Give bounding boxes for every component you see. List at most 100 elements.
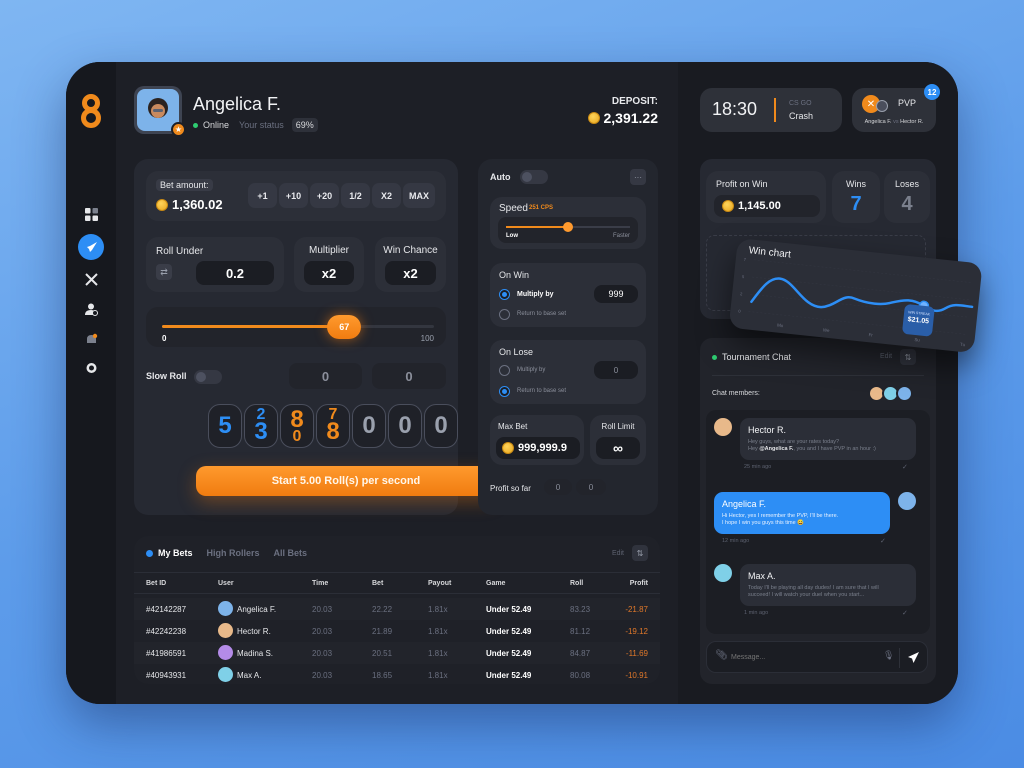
chip-half[interactable]: 1/2: [341, 183, 370, 208]
game-timer[interactable]: 18:30 CS GO Crash: [700, 88, 842, 132]
start-button[interactable]: Start 5.00 Roll(s) per second: [196, 466, 496, 496]
status-hint: Your status: [239, 120, 284, 130]
bets-tabs: My Bets High Rollers All Bets: [146, 548, 307, 558]
slow-roll-field-1[interactable]: 0: [289, 363, 362, 389]
on-lose-box: On Lose Multiply by 0 Return to base set: [490, 340, 646, 404]
column-header[interactable]: Roll: [570, 580, 583, 587]
swap-icon[interactable]: ⇄: [156, 264, 172, 280]
bets-edit-link[interactable]: Edit: [612, 550, 624, 557]
user-avatar: [218, 623, 233, 638]
bet-amount-value[interactable]: 1,360.02: [156, 197, 223, 212]
cell-id: #42242238: [146, 627, 187, 636]
roll-limit-input[interactable]: ∞: [596, 437, 640, 459]
bell-icon[interactable]: [79, 327, 103, 351]
gridline: [753, 259, 971, 283]
slider-thumb[interactable]: 67: [327, 315, 362, 339]
on-lose-multiply-input[interactable]: 0: [594, 361, 638, 379]
gridline: [750, 294, 968, 318]
on-lose-return-radio[interactable]: [499, 386, 510, 397]
level-percent: 69%: [291, 118, 318, 132]
slow-roll-label: Slow Roll: [146, 371, 187, 381]
x-tick-label: Su: [914, 337, 920, 343]
read-check-icon: ✓: [902, 610, 908, 617]
speed-thumb[interactable]: [563, 222, 573, 232]
reel: 0: [424, 404, 458, 448]
column-header[interactable]: User: [218, 580, 234, 587]
y-tick-label: 7: [744, 257, 748, 262]
chip-plus-1[interactable]: +1: [248, 183, 277, 208]
roll-under-input[interactable]: 0.2: [196, 261, 274, 285]
user-avatar: [218, 601, 233, 616]
profit-so-far-label: Profit so far: [490, 484, 531, 493]
bet-panel: Bet amount: 1,360.02 +1 +10 +20 1/2 X2 M…: [134, 159, 458, 515]
tab-high-rollers[interactable]: High Rollers: [207, 548, 260, 558]
on-win-multiply-radio[interactable]: [499, 289, 510, 300]
tab-my-bets[interactable]: My Bets: [146, 548, 193, 558]
chip-plus-10[interactable]: +10: [279, 183, 308, 208]
slow-roll-toggle[interactable]: [194, 370, 222, 384]
roll-slider: 67 0 100: [146, 307, 446, 347]
auto-toggle[interactable]: [520, 170, 548, 184]
table-row[interactable]: #40943931 Max A. 20.03 18.65 1.81x Under 52.4…: [134, 664, 660, 684]
tab-all-bets[interactable]: All Bets: [274, 548, 308, 558]
message-bubble: Max A. Today I'll be playing all day dud…: [740, 564, 916, 606]
column-header[interactable]: Game: [486, 580, 505, 587]
column-header[interactable]: Profit: [630, 580, 648, 587]
badge-icon[interactable]: [79, 356, 103, 380]
max-bet-input[interactable]: 999,999.9: [496, 437, 580, 459]
on-win-multiply-input[interactable]: 999: [594, 285, 638, 303]
pvp-card[interactable]: ✕ PVP Angelica F. vs Hector R. 12: [852, 84, 940, 132]
y-tick-label: 2: [740, 291, 744, 296]
multiplier-input[interactable]: x2: [304, 261, 354, 285]
column-header[interactable]: Bet ID: [146, 580, 166, 587]
settings-sliders-icon[interactable]: ⇅: [900, 349, 916, 365]
more-icon[interactable]: ···: [630, 169, 646, 185]
swords-icon[interactable]: [79, 267, 103, 291]
wins-label: Wins: [846, 179, 866, 189]
reel-digit: 0: [362, 412, 376, 439]
win-chance-input[interactable]: x2: [385, 261, 436, 285]
timer-divider: [774, 98, 776, 122]
on-win-return-radio[interactable]: [499, 309, 510, 320]
cell-profit: -11.69: [625, 649, 648, 658]
cell-user: Madina S.: [237, 649, 274, 658]
chat-edit-link[interactable]: Edit: [880, 353, 892, 360]
chip-max[interactable]: MAX: [403, 183, 435, 208]
message-text: succeed! I will watch your duel when you…: [748, 592, 865, 598]
win-chance-label: Win Chance: [383, 245, 438, 256]
x-tick-label: We: [823, 327, 831, 333]
on-lose-multiply-radio[interactable]: [499, 365, 510, 376]
chip-plus-20[interactable]: +20: [310, 183, 339, 208]
rocket-icon[interactable]: [78, 234, 104, 260]
microphone-icon[interactable]: 🎙︎: [883, 650, 894, 661]
message-input[interactable]: [731, 648, 871, 666]
column-header[interactable]: Payout: [428, 580, 451, 587]
cell-id: #40943931: [146, 671, 187, 680]
chip-double[interactable]: X2: [372, 183, 401, 208]
send-icon[interactable]: [907, 651, 920, 664]
slow-roll-field-2[interactable]: 0: [372, 363, 446, 389]
cell-time: 20.03: [312, 671, 333, 680]
on-win-return-label: Return to base set: [517, 311, 567, 317]
profit-so-far-2: 0: [576, 479, 606, 495]
status-row: Online Your status 69%: [193, 118, 318, 132]
table-row[interactable]: #42242238 Hector R. 20.03 21.89 1.81x Under 5…: [134, 620, 660, 642]
speed-box: Speed 251 CPS Low Faster: [490, 197, 646, 249]
message-time: 12 min ago: [722, 538, 750, 544]
pvp-label: PVP: [898, 98, 917, 108]
table-row[interactable]: #42142287 Angelica F. 20.03 22.22 1.81x Under…: [134, 598, 660, 620]
chat-members[interactable]: [868, 385, 913, 402]
coin-icon: [587, 112, 600, 124]
table-row[interactable]: #41986591 Madina S. 20.03 20.51 1.81x Under 5…: [134, 642, 660, 664]
column-header[interactable]: Time: [312, 580, 328, 587]
speed-high: Faster: [612, 233, 630, 239]
user-check-icon[interactable]: [79, 297, 103, 321]
dashboard-icon[interactable]: [79, 202, 103, 226]
cell-roll: 83.23: [570, 605, 591, 614]
cell-bet: 21.89: [372, 627, 393, 636]
paperclip-icon[interactable]: 📎︎: [715, 650, 728, 661]
cell-id: #41986591: [146, 649, 187, 658]
profit-on-win-label: Profit on Win: [716, 179, 768, 189]
settings-sliders-icon[interactable]: ⇅: [632, 545, 648, 561]
column-header[interactable]: Bet: [372, 580, 383, 587]
